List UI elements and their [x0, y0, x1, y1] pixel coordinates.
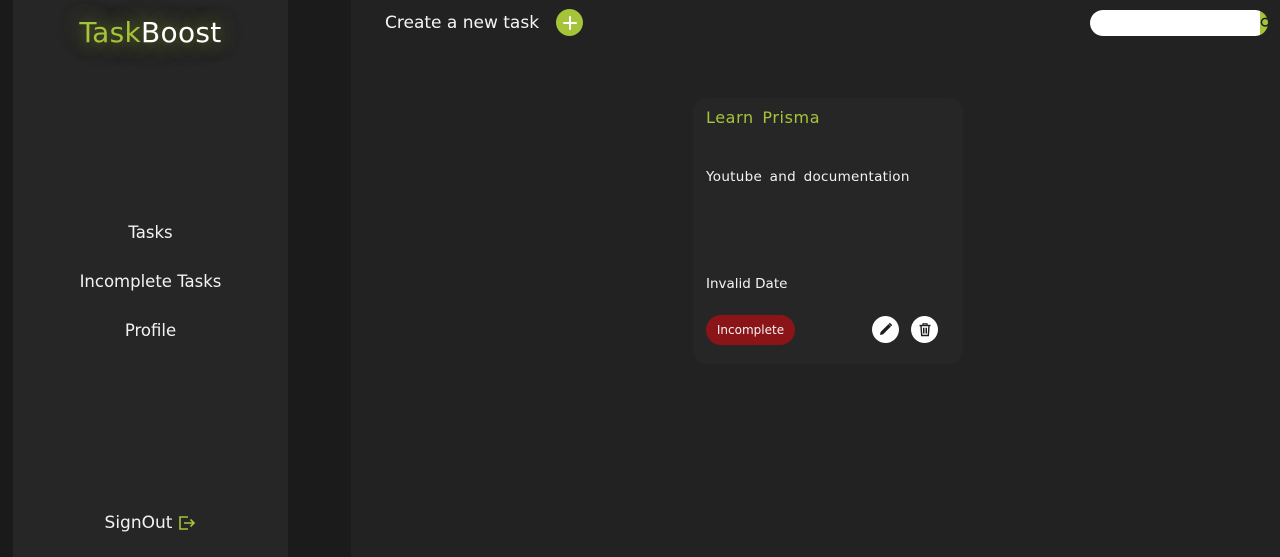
sidebar: TaskBoost Tasks Incomplete Tasks Profile… [13, 0, 288, 557]
status-badge[interactable]: Incomplete [706, 315, 795, 345]
edit-task-button[interactable] [872, 316, 899, 343]
main-content: Create a new task Learn Prisma Youtube a… [351, 0, 1280, 557]
create-task-label: Create a new task [385, 12, 540, 33]
task-title: Learn Prisma [706, 108, 821, 127]
task-date: Invalid Date [706, 276, 788, 292]
sidebar-gutter [288, 0, 351, 557]
sidebar-nav: Tasks Incomplete Tasks Profile [13, 220, 288, 367]
create-task-row: Create a new task [385, 9, 584, 36]
task-card: Learn Prisma Youtube and documentation I… [693, 98, 963, 364]
trash-icon [919, 323, 930, 337]
search-button[interactable] [1260, 10, 1268, 36]
search-icon [1260, 17, 1268, 27]
delete-task-button[interactable] [911, 316, 938, 343]
plus-icon [562, 15, 577, 30]
add-task-button[interactable] [556, 9, 584, 36]
signout-icon [179, 516, 196, 530]
pencil-icon [880, 322, 893, 335]
signout-label: SignOut [104, 513, 173, 533]
sidebar-item-profile[interactable]: Profile [13, 318, 288, 367]
sidebar-item-incomplete-tasks[interactable]: Incomplete Tasks [13, 269, 288, 318]
search-bar [1090, 10, 1268, 36]
sidebar-item-tasks[interactable]: Tasks [13, 220, 288, 269]
window-edge [0, 0, 13, 557]
task-description: Youtube and documentation [706, 169, 910, 185]
signout-button[interactable]: SignOut [13, 513, 288, 533]
app-logo: TaskBoost [13, 16, 288, 49]
logo-part-boost: Boost [141, 16, 222, 49]
search-input[interactable] [1090, 10, 1260, 36]
logo-part-task: Task [79, 16, 142, 49]
